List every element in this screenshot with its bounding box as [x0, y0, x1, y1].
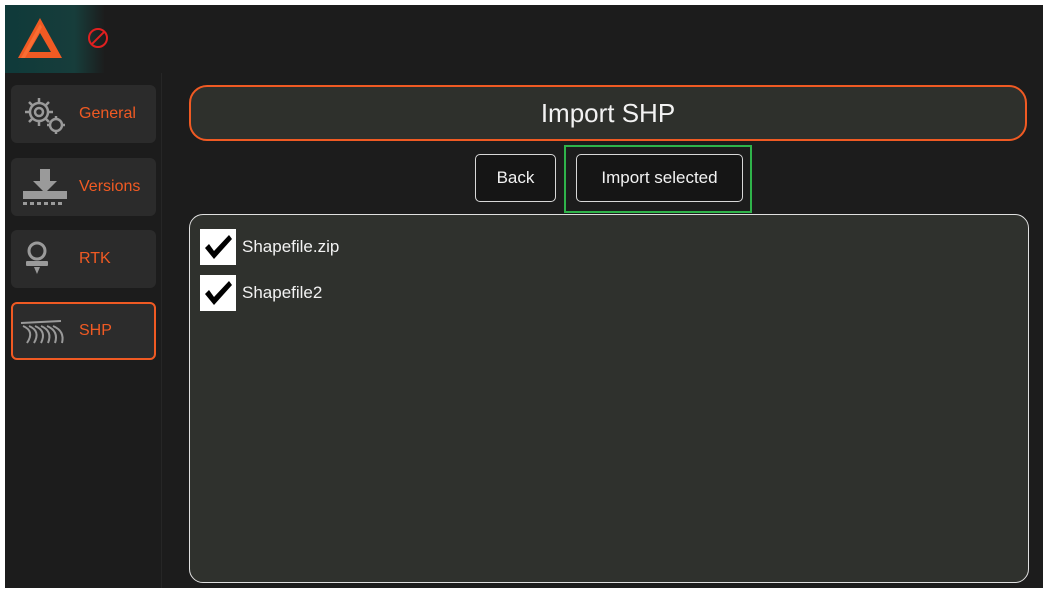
field-rows-icon — [20, 320, 64, 344]
no-signal-icon — [88, 28, 108, 48]
page-title: Import SHP — [189, 85, 1027, 141]
file-name: Shapefile.zip — [242, 237, 340, 256]
sidebar-item-general[interactable]: General — [11, 85, 156, 143]
checkmark-icon — [205, 281, 232, 305]
file-list: Shapefile.zip Shapefile2 — [189, 214, 1029, 583]
download-icon — [23, 169, 67, 205]
sidebar-item-label: Versions — [79, 178, 141, 195]
gear-icon — [25, 98, 65, 134]
import-selected-button[interactable]: Import selected — [576, 154, 743, 202]
sidebar-item-shp[interactable]: SHP — [11, 302, 156, 360]
sidebar: General Versions RTK SHP — [5, 73, 162, 588]
sidebar-item-label: RTK — [79, 250, 111, 267]
file-checkbox[interactable] — [200, 275, 236, 311]
file-name: Shapefile2 — [242, 283, 323, 302]
triangle-logo-icon — [18, 18, 62, 58]
app-screen: General Versions RTK SHP Import SHP Back… — [5, 5, 1043, 588]
checkmark-icon — [205, 235, 232, 259]
file-checkbox[interactable] — [200, 229, 236, 265]
sidebar-item-label: General — [79, 105, 136, 122]
sidebar-item-versions[interactable]: Versions — [11, 158, 156, 216]
rtk-antenna-icon — [26, 241, 48, 274]
sidebar-item-label: SHP — [79, 322, 112, 339]
sidebar-item-rtk[interactable]: RTK — [11, 230, 156, 288]
back-button[interactable]: Back — [475, 154, 556, 202]
